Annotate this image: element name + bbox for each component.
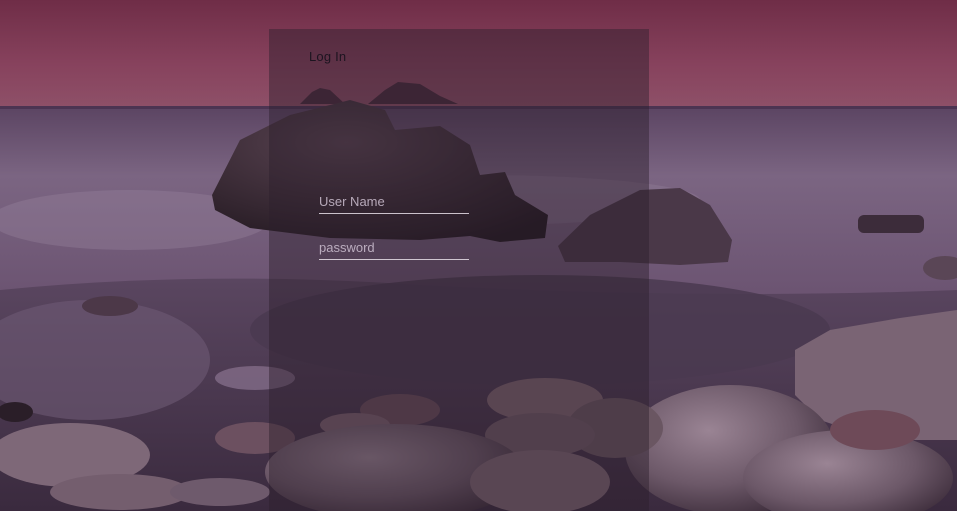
login-page: Log In (0, 0, 957, 511)
username-field[interactable] (319, 189, 469, 214)
password-field[interactable] (319, 235, 469, 260)
login-title: Log In (309, 49, 347, 64)
login-panel: Log In (269, 29, 649, 511)
username-input[interactable] (319, 189, 469, 213)
password-input[interactable] (319, 235, 469, 259)
